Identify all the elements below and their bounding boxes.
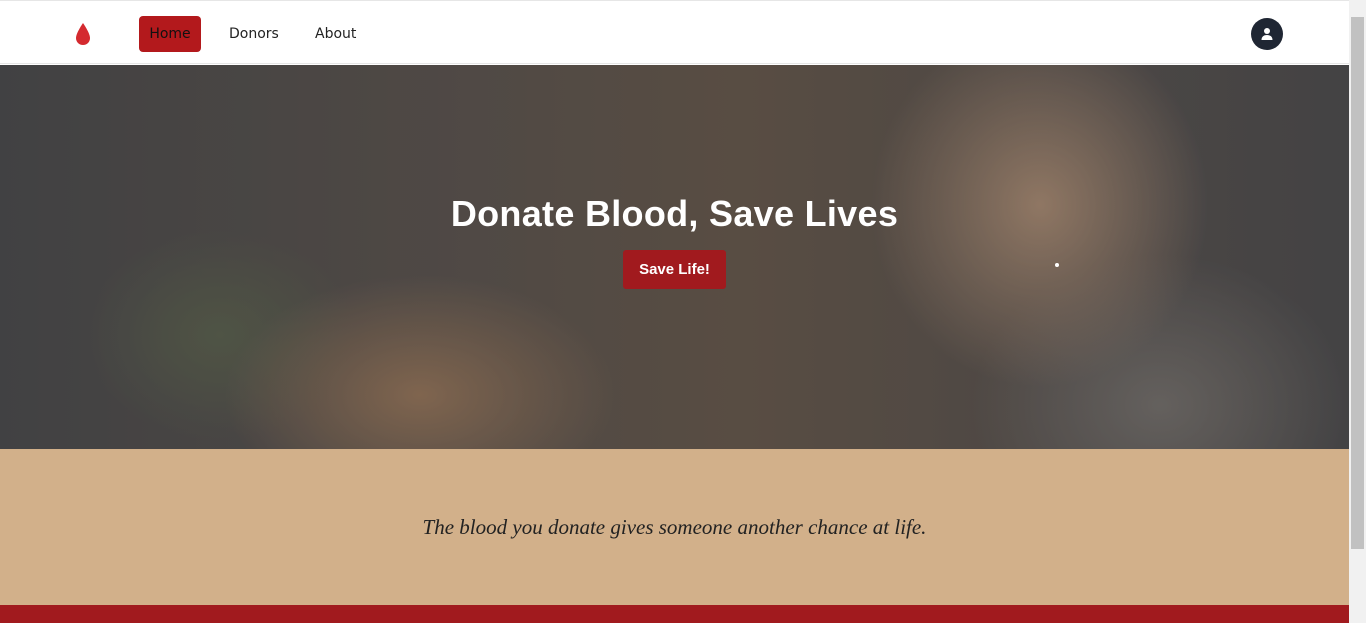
cursor-dot <box>1055 263 1059 267</box>
scrollbar-thumb[interactable] <box>1351 17 1364 549</box>
nav-home-link[interactable]: Home <box>139 16 201 52</box>
profile-button[interactable] <box>1251 18 1283 50</box>
quote-text: The blood you donate gives someone anoth… <box>422 515 927 539</box>
navbar: Home Donors About <box>0 0 1349 64</box>
save-life-button[interactable]: Save Life! <box>623 250 726 289</box>
user-icon <box>1261 28 1273 40</box>
nav-donors-link[interactable]: Donors <box>217 16 291 52</box>
nav-about-link[interactable]: About <box>303 16 368 52</box>
hero-banner: Donate Blood, Save Lives Save Life! <box>0 65 1349 449</box>
quote-section: The blood you donate gives someone anoth… <box>0 449 1349 605</box>
footer-band <box>0 605 1349 623</box>
hero-title: Donate Blood, Save Lives <box>450 193 899 234</box>
blood-drop-icon[interactable] <box>72 21 94 47</box>
